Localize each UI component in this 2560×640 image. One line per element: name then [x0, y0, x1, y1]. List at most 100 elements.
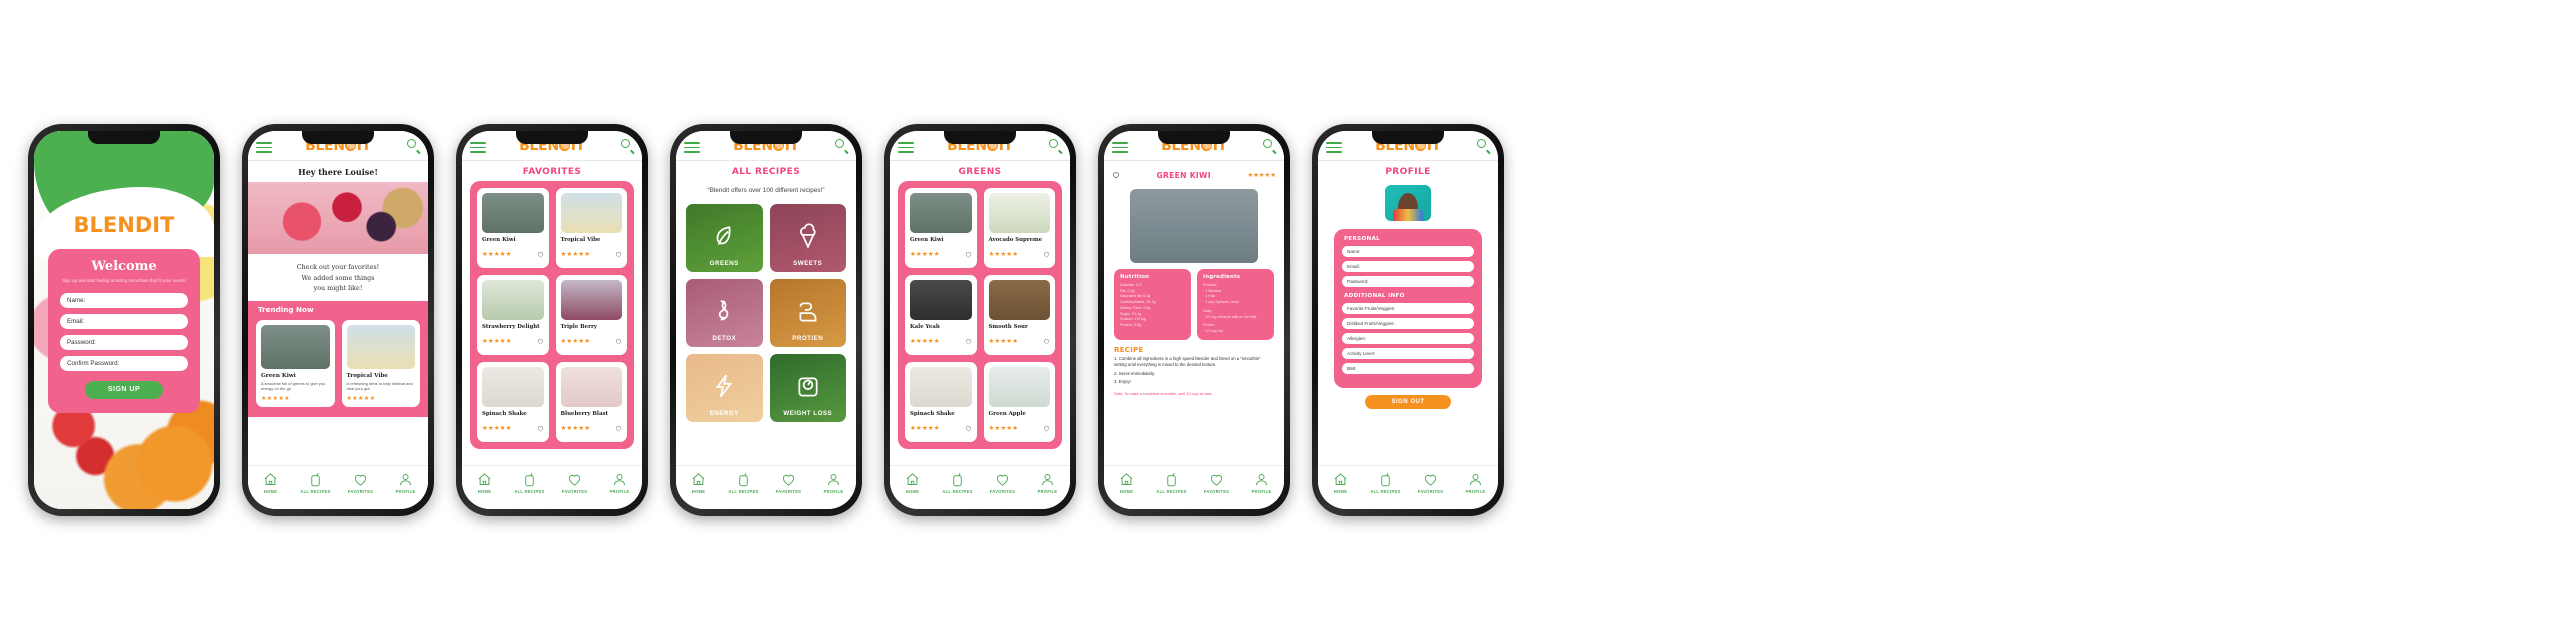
disliked-fruits-field[interactable]: Disliked Fruits/Veggies:	[1342, 318, 1474, 329]
recipe-card[interactable]: Green Kiwi ★★★★★	[905, 188, 977, 268]
nav-favorites[interactable]: FAVORITES	[1194, 472, 1239, 509]
hamburger-menu-icon[interactable]	[470, 142, 486, 156]
nav-all-recipes[interactable]: ALL RECIPES	[507, 472, 552, 509]
recipe-card[interactable]: Green Kiwi ★★★★★	[477, 188, 549, 268]
nav-home[interactable]: HOME	[1318, 472, 1363, 509]
nav-profile[interactable]: PROFILE	[1453, 472, 1498, 509]
recipe-card[interactable]: Avocado Supreme ★★★★★	[983, 188, 1055, 268]
nav-all-recipes[interactable]: ALL RECIPES	[1149, 472, 1194, 509]
nav-profile[interactable]: PROFILE	[597, 472, 642, 509]
category-greens[interactable]: GREENS	[686, 204, 763, 273]
cup-icon	[308, 472, 323, 487]
heart-icon[interactable]	[537, 245, 544, 263]
search-icon[interactable]	[835, 139, 849, 155]
category-energy[interactable]: ENERGY	[686, 354, 763, 423]
allergies-field[interactable]: Allergies:	[1342, 333, 1474, 344]
search-icon[interactable]	[1477, 139, 1491, 155]
heart-icon[interactable]	[965, 332, 972, 350]
heart-icon[interactable]	[1043, 245, 1050, 263]
nav-profile[interactable]: PROFILE	[383, 472, 428, 509]
field-label: Password:	[1347, 279, 1369, 284]
confirm-password-field[interactable]: Confirm Password:	[60, 355, 188, 371]
heart-icon	[1209, 472, 1224, 487]
signout-button[interactable]: SIGN OUT	[1365, 395, 1451, 409]
page-title: ALL RECIPES	[731, 167, 801, 177]
rating-stars: ★★★★★	[482, 251, 512, 258]
nav-all-recipes[interactable]: ALL RECIPES	[935, 472, 980, 509]
nav-favorites[interactable]: FAVORITES	[766, 472, 811, 509]
recipe-card[interactable]: Spinach Shake ★★★★★	[905, 362, 977, 442]
heart-icon[interactable]	[615, 332, 622, 350]
nav-favorites[interactable]: FAVORITES	[1408, 472, 1453, 509]
heart-icon[interactable]	[1043, 332, 1050, 350]
nav-home[interactable]: HOME	[462, 472, 507, 509]
nav-label: FAVORITES	[1417, 489, 1444, 494]
hamburger-menu-icon[interactable]	[1112, 142, 1128, 156]
nav-all-recipes[interactable]: ALL RECIPES	[1363, 472, 1408, 509]
recipe-card[interactable]: Kale Yeah ★★★★★	[905, 275, 977, 355]
category-detox[interactable]: DETOX	[686, 279, 763, 348]
heart-icon[interactable]	[615, 245, 622, 263]
hamburger-menu-icon[interactable]	[684, 142, 700, 156]
hamburger-menu-icon[interactable]	[898, 142, 914, 156]
recipe-card[interactable]: Strawberry Delight ★★★★★	[477, 275, 549, 355]
profile-password-field[interactable]: Password:	[1342, 276, 1474, 287]
profile-name-field[interactable]: Name:	[1342, 246, 1474, 257]
search-icon[interactable]	[1263, 139, 1277, 155]
recipe-card[interactable]: Tropical Vibe ★★★★★	[555, 188, 627, 268]
rating-stars: ★★★★★	[261, 396, 290, 403]
trending-card[interactable]: Green Kiwi A smoothie full of greens to …	[256, 319, 335, 408]
search-icon[interactable]	[621, 139, 635, 155]
nav-home[interactable]: HOME	[1104, 472, 1149, 509]
search-icon[interactable]	[1049, 139, 1063, 155]
heart-icon[interactable]	[537, 332, 544, 350]
category-weight-loss[interactable]: WEIGHT LOSS	[769, 354, 846, 423]
search-icon[interactable]	[407, 139, 421, 155]
name-field[interactable]: Name:	[60, 292, 188, 308]
email-field[interactable]: Email:	[60, 313, 188, 329]
nav-favorites[interactable]: FAVORITES	[980, 472, 1025, 509]
nav-all-recipes[interactable]: ALL RECIPES	[721, 472, 766, 509]
nav-home[interactable]: HOME	[890, 472, 935, 509]
heart-icon[interactable]	[965, 419, 972, 437]
activity-level-field[interactable]: Activity Level:	[1342, 348, 1474, 359]
trending-card[interactable]: Tropical Vibe A refreshing drink to help…	[341, 319, 420, 408]
bottom-navigation: HOME ALL RECIPES FAVORITES PROFILE	[248, 465, 428, 509]
heart-icon[interactable]	[615, 419, 622, 437]
leaf-icon	[711, 223, 737, 249]
recipe-card[interactable]: Spinach Shake ★★★★★	[477, 362, 549, 442]
ingredients-panel: Ingredients Produce · 1 Banana · 1 Kiwi …	[1197, 269, 1274, 340]
avatar[interactable]	[1385, 185, 1431, 221]
recipe-card[interactable]: Green Apple ★★★★★	[983, 362, 1055, 442]
nav-favorites[interactable]: FAVORITES	[338, 472, 383, 509]
nav-profile[interactable]: PROFILE	[811, 472, 856, 509]
recipe-name: Triple Berry	[560, 324, 597, 330]
nav-profile[interactable]: PROFILE	[1025, 472, 1070, 509]
hamburger-menu-icon[interactable]	[1326, 142, 1342, 156]
category-protien[interactable]: PROTIEN	[769, 279, 846, 348]
nav-label: FAVORITES	[347, 489, 374, 494]
hamburger-menu-icon[interactable]	[256, 142, 272, 156]
profile-email-field[interactable]: Email:	[1342, 261, 1474, 272]
cup-icon	[1378, 472, 1393, 487]
bmi-field[interactable]: BMI:	[1342, 363, 1474, 374]
heart-icon[interactable]	[965, 245, 972, 263]
heart-icon[interactable]	[537, 419, 544, 437]
nav-home[interactable]: HOME	[676, 472, 721, 509]
nav-home[interactable]: HOME	[248, 472, 293, 509]
recipe-card[interactable]: Smooth Sour ★★★★★	[983, 275, 1055, 355]
nav-favorites[interactable]: FAVORITES	[552, 472, 597, 509]
nav-profile[interactable]: PROFILE	[1239, 472, 1284, 509]
heart-icon[interactable]	[1043, 419, 1050, 437]
signup-button[interactable]: SIGN UP	[85, 380, 163, 399]
nav-all-recipes[interactable]: ALL RECIPES	[293, 472, 338, 509]
nav-label: HOME	[263, 489, 278, 494]
phone-4-all-recipes: BLEN IT ALL RECIPES “Blendit offers over …	[670, 124, 862, 516]
heart-icon[interactable]	[1112, 166, 1120, 184]
favorite-fruits-field[interactable]: Favorite Fruits/Veggies:	[1342, 303, 1474, 314]
password-field[interactable]: Password:	[60, 334, 188, 350]
category-sweets[interactable]: SWEETS	[769, 204, 846, 273]
recipe-card[interactable]: Triple Berry ★★★★★	[555, 275, 627, 355]
name-label: Name:	[67, 296, 86, 304]
recipe-card[interactable]: Blueberry Blast ★★★★★	[555, 362, 627, 442]
